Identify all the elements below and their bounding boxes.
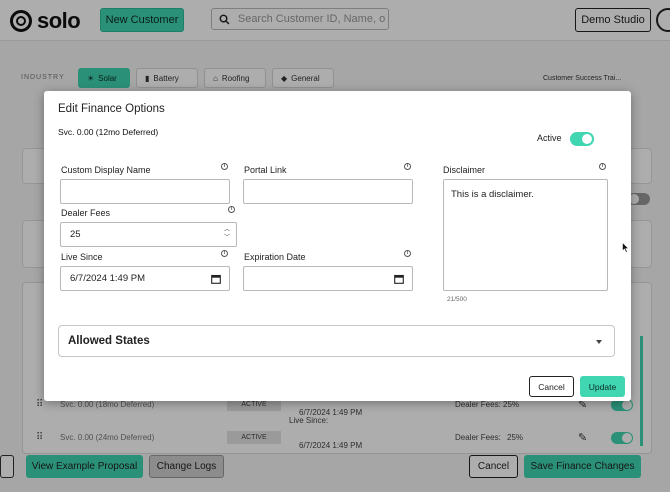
allowed-states-label: Allowed States — [68, 335, 150, 347]
modal-cancel-button[interactable]: Cancel — [529, 376, 574, 397]
live-since-value: 6/7/2024 1:49 PM — [70, 273, 145, 284]
portal-link-label: Portal Link — [244, 165, 287, 175]
live-since-field[interactable]: 6/7/2024 1:49 PM — [60, 266, 230, 291]
disclaimer-label: Disclaimer — [443, 165, 486, 175]
dealer-fees-value: 25 — [70, 229, 81, 240]
disclaimer-char-count: 21/500 — [447, 296, 467, 303]
disclaimer-textarea[interactable]: This is a disclaimer. — [443, 179, 608, 291]
expiration-date-field[interactable] — [243, 266, 413, 291]
expiration-date-label: Expiration Date — [244, 252, 306, 262]
info-icon[interactable]: i — [404, 163, 411, 170]
allowed-states-dropdown[interactable]: Allowed States — [58, 325, 615, 357]
live-since-label: Live Since — [61, 252, 103, 262]
dealer-fees-field[interactable]: 25 ︿ ﹀ — [60, 222, 237, 247]
info-icon[interactable]: i — [228, 206, 235, 213]
active-label: Active — [537, 133, 562, 143]
calendar-icon[interactable] — [394, 274, 404, 284]
active-toggle[interactable] — [570, 132, 594, 146]
modal-title: Edit Finance Options — [58, 103, 165, 115]
modal-update-button[interactable]: Update — [580, 376, 625, 397]
modal-subtitle: Svc. 0.00 (12mo Deferred) — [58, 127, 159, 137]
mouse-cursor-icon — [622, 242, 629, 253]
custom-display-name-input[interactable] — [61, 186, 229, 197]
custom-display-name-label: Custom Display Name — [61, 165, 151, 175]
dealer-fees-label: Dealer Fees — [61, 208, 111, 218]
custom-display-name-field[interactable] — [60, 179, 230, 204]
info-icon[interactable]: i — [599, 163, 606, 170]
calendar-icon[interactable] — [211, 274, 221, 284]
number-stepper-icon[interactable]: ︿ ﹀ — [224, 226, 230, 242]
info-icon[interactable]: i — [221, 163, 228, 170]
info-icon[interactable]: i — [404, 250, 411, 257]
portal-link-field[interactable] — [243, 179, 413, 204]
portal-link-input[interactable] — [244, 186, 412, 197]
edit-finance-options-modal: Edit Finance Options Svc. 0.00 (12mo Def… — [44, 91, 631, 401]
info-icon[interactable]: i — [221, 250, 228, 257]
chevron-down-icon — [596, 340, 602, 344]
